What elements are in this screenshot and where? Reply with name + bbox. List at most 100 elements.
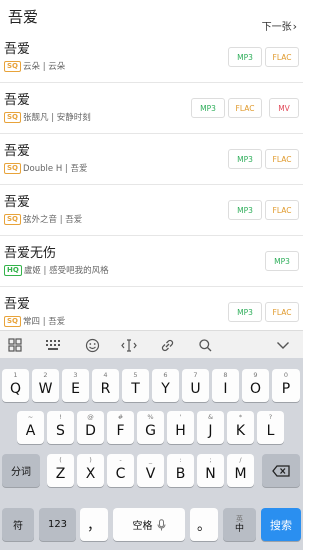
flac-button[interactable]: FLAC: [265, 47, 299, 67]
key-symbol: 0: [283, 371, 289, 379]
key-letter: D: [85, 423, 96, 439]
key-u[interactable]: 7U: [182, 369, 209, 402]
key-symbol: 1: [13, 371, 18, 379]
key-y[interactable]: 6Y: [152, 369, 179, 402]
key-m[interactable]: / M: [227, 454, 254, 487]
key-letter: K: [235, 423, 246, 439]
key-letter: J: [208, 423, 213, 439]
quality-badge: SQ: [4, 213, 21, 225]
key-z[interactable]: (Z: [47, 454, 74, 487]
search-key[interactable]: 搜索: [261, 508, 301, 541]
song-title: 吾爱无伤: [4, 246, 57, 261]
list-item[interactable]: 吾爱 SQ 常四 | 吾爱 MP3 FLAC: [0, 287, 303, 330]
segment-key[interactable]: 分词: [2, 454, 40, 487]
key-symbol: 9: [253, 371, 258, 379]
list-item[interactable]: 吾爱无伤 HQ 盧姬 | 感受吧我的风格 MP3: [0, 236, 303, 287]
key-w[interactable]: 2W: [32, 369, 59, 402]
mp3-button[interactable]: MP3: [228, 200, 262, 220]
key-i[interactable]: 8I: [212, 369, 239, 402]
backspace-icon: [272, 464, 290, 477]
key-r[interactable]: 4R: [92, 369, 119, 402]
song-meta: SQ Double H | 吾爱: [4, 162, 87, 174]
key-letter: U: [190, 381, 201, 397]
mv-button[interactable]: MV: [269, 98, 299, 118]
text-cursor-icon[interactable]: [120, 336, 138, 354]
key-g[interactable]: % G: [137, 411, 164, 444]
key-symbol: 2: [43, 371, 48, 379]
key-letter: L: [266, 423, 275, 439]
backspace-key[interactable]: [262, 454, 300, 487]
keypad-icon[interactable]: [44, 336, 62, 354]
list-item[interactable]: 吾爱 SQ 云朵 | 云朵 MP3 FLAC: [0, 32, 303, 83]
period-key[interactable]: 。: [190, 508, 218, 541]
search-icon[interactable]: [196, 336, 214, 354]
key-symbol: 7: [193, 371, 198, 379]
space-label: 空格: [132, 521, 153, 532]
key-h[interactable]: ' H: [167, 411, 194, 444]
key-f[interactable]: # F: [107, 411, 134, 444]
flac-button[interactable]: FLAC: [228, 98, 262, 118]
key-letter: M: [234, 466, 247, 482]
mp3-button[interactable]: MP3: [228, 47, 262, 67]
key-j[interactable]: & J: [197, 411, 224, 444]
number-key[interactable]: 123: [39, 508, 76, 541]
key-d[interactable]: @ D: [77, 411, 104, 444]
search-query-text[interactable]: 吾爱: [8, 6, 38, 27]
key-o[interactable]: 9O: [242, 369, 269, 402]
song-meta: SQ 张靓凡 | 安静时刻: [4, 111, 91, 123]
flac-button[interactable]: FLAC: [265, 200, 299, 220]
language-switch-key[interactable]: 英 中: [223, 508, 256, 541]
song-meta: HQ 盧姬 | 感受吧我的风格: [4, 264, 109, 276]
link-icon[interactable]: [158, 336, 176, 354]
key-letter: Z: [55, 466, 66, 482]
list-item[interactable]: 吾爱 SQ Double H | 吾爱 MP3 FLAC: [0, 134, 303, 185]
artist-album: 弦外之音 | 吾爱: [23, 215, 83, 225]
list-item[interactable]: 吾爱 SQ 弦外之音 | 吾爱 MP3 FLAC: [0, 185, 303, 236]
key-symbol: ~: [27, 413, 34, 421]
key-letter: G: [145, 423, 156, 439]
key-s[interactable]: ! S: [47, 411, 74, 444]
artist-album: Double H | 吾爱: [23, 164, 88, 174]
key-letter: O: [249, 381, 262, 397]
flac-button[interactable]: FLAC: [265, 302, 299, 322]
collapse-icon[interactable]: [274, 336, 292, 354]
grid-icon[interactable]: [6, 336, 24, 354]
keyboard: 1Q 2W 3E 4R 5T 6Y 7U 8I 9O 0P ~ A ! S @ D #…: [0, 358, 303, 550]
key-letter: Y: [161, 381, 170, 397]
key-letter: E: [71, 381, 80, 397]
key-v[interactable]: _ V: [137, 454, 164, 487]
list-item[interactable]: 吾爱 SQ 张靓凡 | 安静时刻 MP3 FLAC MV: [0, 83, 303, 134]
song-title: 吾爱: [4, 144, 31, 159]
quality-badge: SQ: [4, 315, 21, 327]
mp3-button[interactable]: MP3: [228, 149, 262, 169]
key-t[interactable]: 5T: [122, 369, 149, 402]
key-l[interactable]: ? L: [257, 411, 284, 444]
next-page-button[interactable]: 下一张›: [262, 18, 297, 33]
key-k[interactable]: * K: [227, 411, 254, 444]
emoji-icon[interactable]: [83, 336, 101, 354]
key-c[interactable]: -C: [107, 454, 134, 487]
key-b[interactable]: :B: [167, 454, 194, 487]
mp3-button[interactable]: MP3: [265, 251, 299, 271]
key-p[interactable]: 0P: [272, 369, 300, 402]
key-symbol: 3: [73, 371, 78, 379]
flac-button[interactable]: FLAC: [265, 149, 299, 169]
mp3-button[interactable]: MP3: [191, 98, 225, 118]
key-letter: B: [175, 466, 186, 482]
key-letter: W: [38, 381, 53, 397]
key-symbol: 6: [163, 371, 168, 379]
comma-key[interactable]: ，: [80, 508, 108, 541]
mp3-button[interactable]: MP3: [228, 302, 262, 322]
key-n[interactable]: ; N: [197, 454, 224, 487]
symbol-key[interactable]: 符: [2, 508, 34, 541]
space-key[interactable]: 空格: [113, 508, 185, 541]
key-a[interactable]: ~ A: [17, 411, 44, 444]
key-e[interactable]: 3E: [62, 369, 89, 402]
key-q[interactable]: 1Q: [2, 369, 29, 402]
key-letter: S: [56, 423, 65, 439]
song-title: 吾爱: [4, 297, 31, 312]
song-meta: SQ 弦外之音 | 吾爱: [4, 213, 82, 225]
key-symbol: /: [239, 456, 242, 464]
quality-badge: SQ: [4, 111, 21, 123]
key-x[interactable]: ) X: [77, 454, 104, 487]
